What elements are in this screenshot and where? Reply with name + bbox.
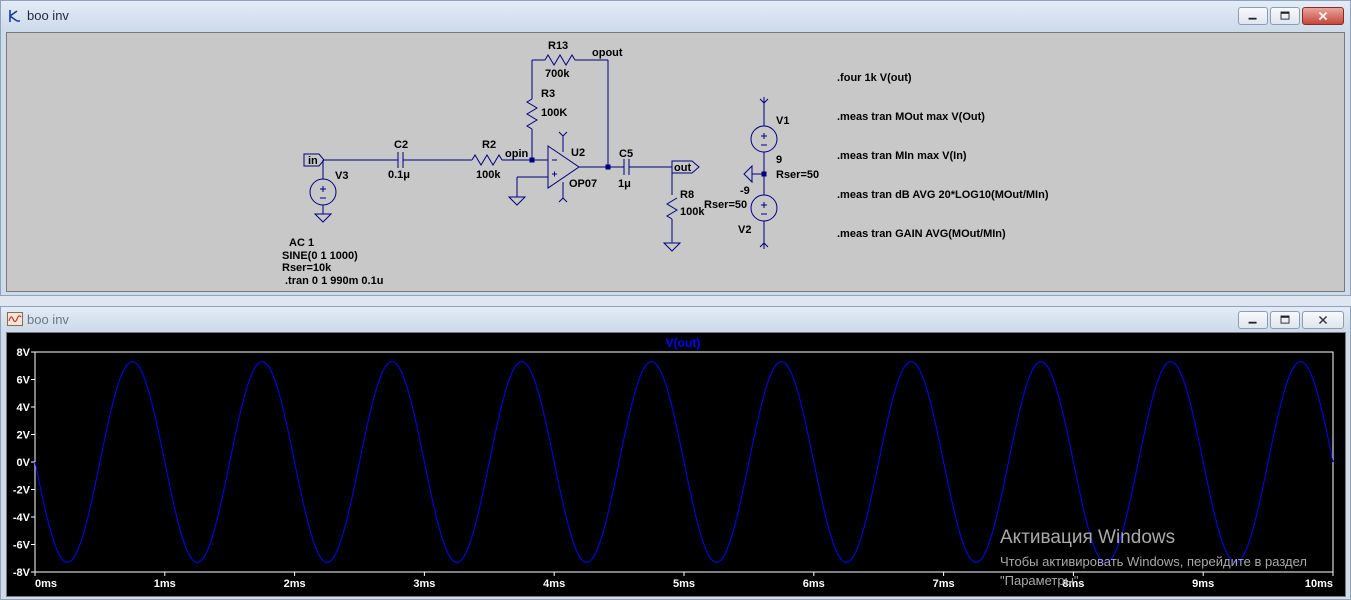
opin-net-label: opin	[505, 148, 529, 160]
y-tick-label: 0V	[17, 457, 31, 469]
maximize-icon	[1280, 11, 1290, 20]
y-tick-label: 4V	[17, 402, 31, 414]
u2-vplus-flag	[558, 131, 568, 137]
supply-mid-node	[761, 171, 767, 177]
directive-meas-min: .meas tran MIn max V(In)	[837, 150, 967, 162]
x-tick-label: 3ms	[413, 578, 435, 590]
schematic-titlebar[interactable]: boo inv	[1, 1, 1350, 31]
opout-net-label: opout	[592, 47, 623, 59]
plot-window-title: boo inv	[27, 312, 69, 327]
r3-label: R3	[541, 88, 556, 100]
minimize-button[interactable]	[1238, 7, 1268, 25]
tran-directive: .tran 0 1 990m 0.1u	[285, 275, 384, 287]
x-tick-label: 2ms	[284, 578, 306, 590]
y-tick-label: 6V	[17, 375, 31, 387]
directive-meas-db: .meas tran dB AVG 20*LOG10(MOut/MIn)	[837, 189, 1049, 201]
directive-four: .four 1k V(out)	[837, 72, 912, 84]
r13-value: 700k	[545, 68, 570, 80]
y-tick-label: 8V	[17, 347, 31, 359]
r2-label: R2	[482, 139, 497, 151]
plot-close-button[interactable]	[1302, 311, 1344, 329]
r8-ground	[662, 242, 682, 252]
y-tick-label: 2V	[17, 430, 31, 442]
directive-meas-mout: .meas tran MOut max V(Out)	[837, 111, 985, 123]
u2-model: OP07	[569, 178, 598, 190]
schematic-window: boo inv .four 1k V(out) .meas tran MOut …	[0, 0, 1351, 296]
x-tick-label: 4ms	[543, 578, 565, 590]
windows-activation-text: Чтобы активировать Windows, перейдите в …	[1000, 554, 1307, 588]
r3-value: 100K	[541, 107, 568, 119]
maximize-icon	[1280, 315, 1290, 324]
plot-maximize-button[interactable]	[1270, 311, 1300, 329]
in-port-label: in	[308, 155, 318, 167]
v1-rser: Rser=50	[776, 169, 820, 181]
minimize-icon	[1248, 321, 1257, 324]
r2-value: 100k	[476, 169, 501, 181]
plot-minimize-button[interactable]	[1238, 311, 1268, 329]
r8-value: 100k	[680, 206, 705, 218]
close-button[interactable]	[1302, 7, 1344, 25]
x-tick-label: 5ms	[673, 578, 695, 590]
u2-label: U2	[571, 147, 586, 159]
r8-label: R8	[680, 189, 695, 201]
out-port-label: out	[674, 162, 692, 174]
schematic-window-title: boo inv	[27, 8, 69, 23]
y-tick-label: -2V	[13, 485, 31, 497]
x-tick-label: 6ms	[803, 578, 825, 590]
windows-activation-title: Активация Windows	[1000, 527, 1176, 548]
y-tick-label: -4V	[13, 512, 31, 524]
close-icon	[1318, 11, 1328, 21]
x-tick-label: 0ms	[35, 578, 57, 590]
c5-label: C5	[619, 148, 634, 160]
minimize-icon	[1248, 17, 1257, 20]
opamp-ground	[507, 196, 527, 206]
schematic-app-icon	[9, 10, 20, 22]
r2-resistor	[471, 154, 503, 166]
x-tick-label: 1ms	[154, 578, 176, 590]
y-tick-label: -6V	[13, 540, 31, 552]
maximize-button[interactable]	[1270, 7, 1300, 25]
r13-resistor	[544, 54, 576, 66]
waveform-app-icon	[7, 312, 23, 326]
directive-meas-gain: .meas tran GAIN AVG(MOut/MIn)	[837, 228, 1006, 240]
close-icon	[1318, 315, 1328, 325]
v2-value: -9	[740, 185, 750, 197]
v2-net-flag	[759, 242, 769, 249]
spice-directives: .four 1k V(out) .meas tran MOut max V(Ou…	[837, 46, 1048, 267]
r13-label: R13	[548, 40, 569, 52]
supply-ground	[743, 164, 753, 184]
c2-label: C2	[394, 139, 409, 151]
v1-net-flag	[759, 97, 769, 104]
r8-resistor	[666, 197, 678, 220]
v3-ac-spec: AC 1	[289, 237, 315, 249]
v2-label: V2	[738, 224, 752, 236]
opin-node	[529, 157, 535, 163]
v1-value: 9	[776, 154, 783, 166]
chart-title[interactable]: V(out)	[666, 336, 701, 350]
c2-value: 0.1μ	[388, 169, 411, 181]
v3-ground	[313, 213, 333, 223]
r3-resistor	[526, 98, 538, 130]
v3-label: V3	[335, 170, 349, 182]
v3-sine-spec: SINE(0 1 1000)	[282, 250, 358, 262]
v2-rser: Rser=50	[704, 199, 748, 211]
plot-titlebar[interactable]: boo inv	[1, 307, 1350, 331]
v3-rser-spec: Rser=10k	[282, 262, 332, 274]
u2-vminus-flag	[558, 197, 568, 203]
c5-value: 1μ	[618, 178, 631, 190]
x-tick-label: 7ms	[933, 578, 955, 590]
v1-label: V1	[776, 115, 790, 127]
opout-node	[605, 164, 611, 170]
y-tick-label: -8V	[13, 567, 31, 579]
schematic-canvas[interactable]: .four 1k V(out) .meas tran MOut max V(Ou…	[6, 32, 1345, 292]
